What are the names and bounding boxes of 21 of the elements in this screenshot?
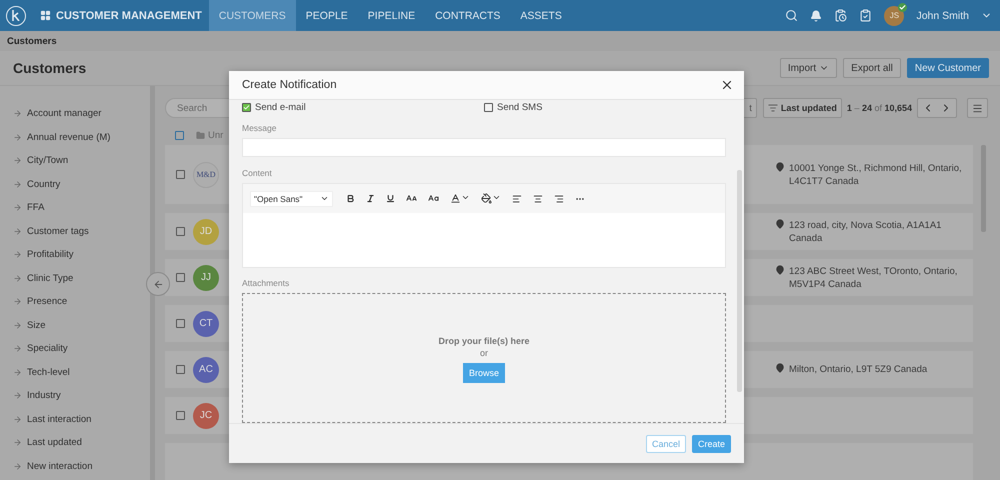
option-label: Send SMS [497, 102, 542, 112]
pagination-text: 1 – 24 of 10,654 [846, 103, 912, 113]
company-logo: M&D [193, 162, 219, 188]
field-label: Content [242, 168, 273, 178]
address: 123 road, city, Nova Scotia, A1A1A1 Canada [789, 218, 942, 244]
avatar: JD [193, 218, 219, 244]
avatar: CT [193, 310, 219, 336]
avatar: JJ [193, 264, 219, 290]
field-label: Message [242, 123, 278, 133]
option-label: Send e-mail [255, 102, 306, 112]
address: 123 ABC Street West, TOronto, Ontario, M5V1P4 Canada [789, 264, 958, 290]
drop-text: Drop your file(s) here [438, 335, 530, 347]
address: 10001 Yonge St., Richmond Hill, Ontario, L4C1T7 Canada [789, 162, 963, 188]
avatar: JC [193, 402, 219, 428]
app-title: CUSTOMER MANAGEMENT [56, 10, 202, 22]
page-title: Customers [13, 60, 86, 76]
avatar: AC [193, 356, 219, 382]
or-text: or [480, 347, 488, 359]
address: Milton, Ontario, L9T 5Z9 Canada [789, 363, 928, 376]
field-label: Attachments [242, 278, 290, 288]
dialog-title: Create Notification [242, 79, 337, 91]
